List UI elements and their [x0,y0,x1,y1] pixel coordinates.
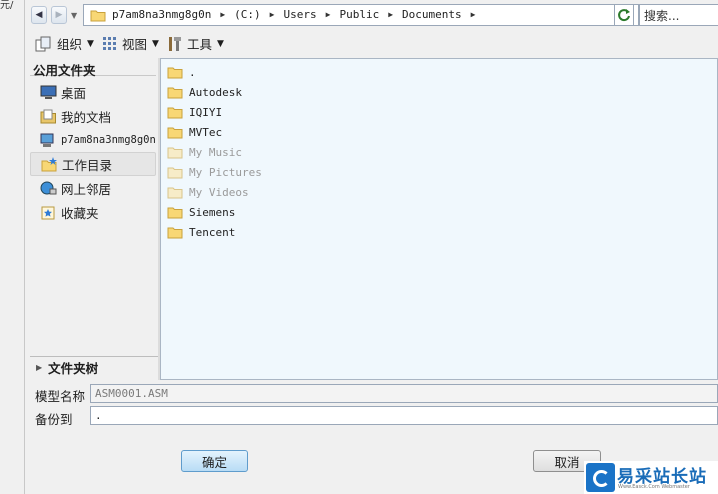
watermark-logo: 易采站长站 Www.Easck.Com Webmaster [584,461,718,494]
organize-label: 组织 [57,37,83,52]
tools-label: 工具 [187,37,213,52]
file-list-item[interactable]: Siemens [167,203,235,221]
file-list-item[interactable]: Autodesk [167,83,242,101]
nav-item-label: 网上邻居 [61,181,112,197]
folder-icon [167,67,183,78]
search-input[interactable]: 搜索... [639,4,718,26]
folder-icon [167,227,183,238]
organize-icon [35,36,51,51]
nav-item-label: 工作目录 [62,157,113,173]
file-name: MVTec [189,125,223,139]
background-window-edge: 元/ [0,0,25,494]
file-list-item[interactable]: . [167,63,196,81]
recent-locations-dropdown[interactable]: ▼ [71,11,77,20]
chevron-down-icon: ▼ [217,38,224,49]
backup-to-label: 备份到 [35,412,73,427]
model-name-label: 模型名称 [35,389,86,404]
file-list-item[interactable]: My Music [167,143,242,161]
breadcrumb-item[interactable]: Users [284,8,317,21]
file-name: Tencent [189,225,236,239]
nav-item-computer[interactable]: p7am8na3nmg8g0n [30,128,156,152]
navigation-pane: 公用文件夹 桌面 我的文档 p7am8na3nmg8g0n 工作目录 网上邻居 … [30,58,158,378]
file-name: IQIYI [189,105,223,119]
file-name: My Pictures [189,165,262,179]
nav-item-desktop[interactable]: 桌面 [30,80,156,104]
back-arrow-icon: ◀ [35,10,43,20]
views-menu[interactable]: 视图 ▼ [102,34,159,53]
ok-button[interactable]: 确定 [181,450,248,472]
file-name: My Videos [189,185,249,199]
folder-icon [167,127,183,138]
expand-triangle-icon: ▶ [36,363,43,372]
chevron-down-icon: ▼ [152,38,159,49]
back-button[interactable]: ◀ [31,6,47,24]
folder-icon [90,10,106,22]
nav-item-network[interactable]: 网上邻居 [30,176,156,200]
desktop-icon [40,85,57,99]
nav-item-label: 桌面 [61,85,87,101]
computer-icon [40,133,54,147]
refresh-icon [618,9,630,22]
logo-icon [586,463,615,492]
documents-icon [40,109,56,123]
folder-icon [167,167,183,178]
folder-icon [167,187,183,198]
save-backup-dialog: ◀ ▶ ▼ p7am8na3nmg8g0n ▶ (C:) ▶ Users ▶ Public ▶… [25,0,718,494]
file-name: Autodesk [189,85,242,99]
organize-menu[interactable]: 组织 ▼ [35,34,94,53]
toolbar: 组织 ▼ 视图 ▼ 工具 ▼ [25,30,718,56]
public-folders-header: 公用文件夹 [30,58,156,78]
chevron-down-icon: ▼ [87,38,94,49]
breadcrumb: p7am8na3nmg8g0n ▶ (C:) ▶ Users ▶ Public ▶ Docume… [112,8,475,21]
file-list-item[interactable]: MVTec [167,123,222,141]
address-bar[interactable]: p7am8na3nmg8g0n ▶ (C:) ▶ Users ▶ Public ▶ Docume… [83,4,639,26]
views-label: 视图 [122,37,148,52]
favorites-icon [41,206,55,219]
file-list-item[interactable]: My Videos [167,183,249,201]
nav-item-my-documents[interactable]: 我的文档 [30,104,156,128]
tools-menu[interactable]: 工具 ▼ [167,34,224,53]
nav-item-favorites[interactable]: 收藏夹 [30,200,156,224]
forward-button[interactable]: ▶ [51,6,67,24]
forward-arrow-icon: ▶ [55,10,63,20]
breadcrumb-item[interactable]: Documents [402,8,462,21]
file-name: My Music [189,145,242,159]
file-list: . Autodesk IQIYI MVTec My Music My Pictures My… [160,58,718,380]
breadcrumb-separator-icon[interactable]: ▶ [326,10,331,19]
breadcrumb-separator-icon[interactable]: ▶ [388,10,393,19]
refresh-button[interactable] [614,4,634,26]
nav-item-working-directory[interactable]: 工作目录 [30,152,156,176]
breadcrumb-separator-icon[interactable]: ▶ [471,10,476,19]
file-list-item[interactable]: Tencent [167,223,235,241]
file-name: Siemens [189,205,236,219]
folder-icon [167,107,183,118]
background-window-label: 元/ [0,0,14,11]
file-list-item[interactable]: My Pictures [167,163,262,181]
breadcrumb-separator-icon[interactable]: ▶ [270,10,275,19]
breadcrumb-separator-icon[interactable]: ▶ [220,10,225,19]
folder-icon [167,207,183,218]
folder-icon [167,147,183,158]
folder-tree-toggle[interactable]: ▶ 文件夹树 [30,356,158,378]
nav-item-label: 我的文档 [61,109,112,125]
views-icon [103,36,116,50]
tools-icon [169,36,181,51]
breadcrumb-item[interactable]: p7am8na3nmg8g0n [112,8,211,21]
network-icon [40,181,57,194]
working-directory-icon [41,156,57,171]
nav-item-label: 收藏夹 [61,205,99,221]
folder-tree-label: 文件夹树 [48,361,99,376]
breadcrumb-item[interactable]: Public [339,8,379,21]
file-list-item[interactable]: IQIYI [167,103,222,121]
nav-item-label: p7am8na3nmg8g0n [61,134,156,146]
file-name: . [189,65,196,79]
watermark-subtitle: Www.Easck.Com Webmaster [618,484,690,490]
folder-icon [167,87,183,98]
backup-to-field[interactable]: . [90,406,718,425]
breadcrumb-item[interactable]: (C:) [234,8,261,21]
model-name-field: ASM0001.ASM [90,384,718,403]
